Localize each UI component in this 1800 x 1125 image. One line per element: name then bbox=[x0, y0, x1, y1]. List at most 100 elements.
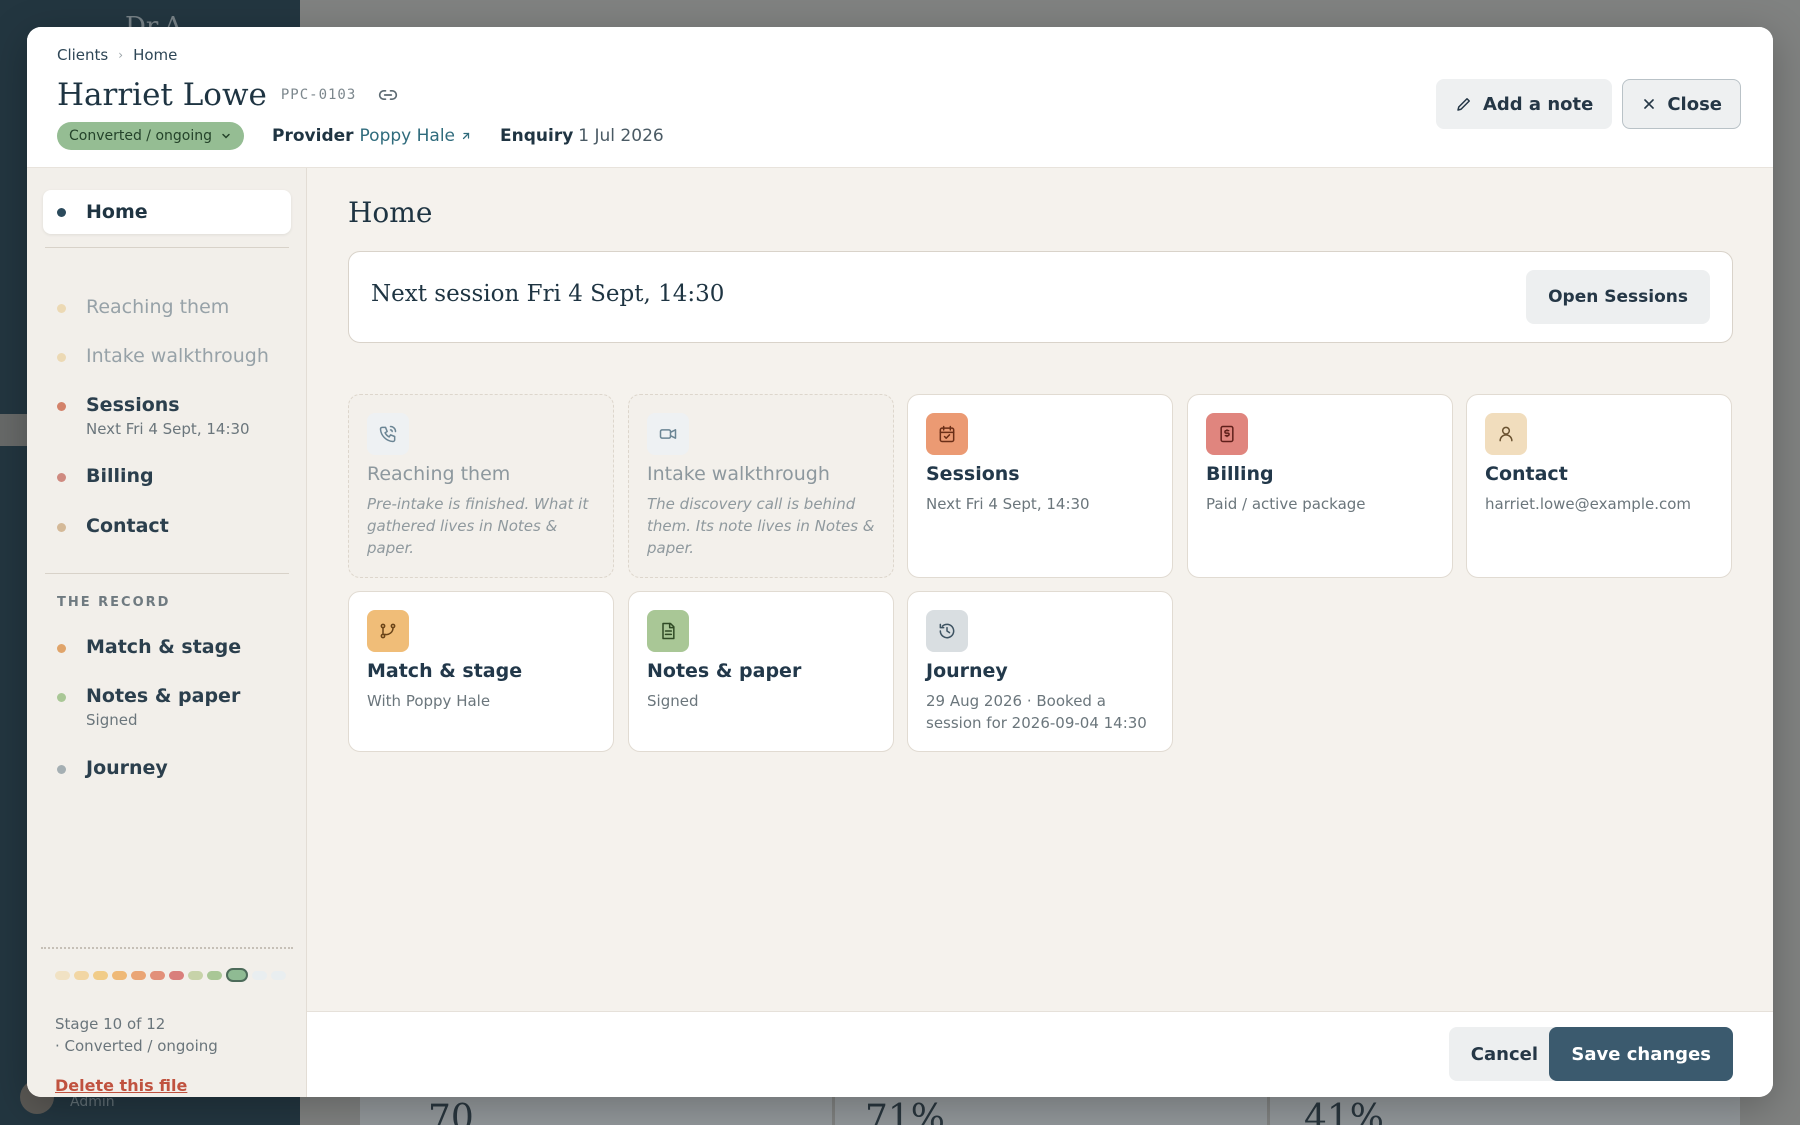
tile-reaching-them[interactable]: Reaching them Pre-intake is finished. Wh… bbox=[348, 394, 614, 578]
nav-item-label: Intake walkthrough bbox=[86, 345, 269, 367]
nav-item-sub: Next Fri 4 Sept, 14:30 bbox=[86, 420, 250, 438]
nav-item-label: Billing bbox=[86, 465, 154, 487]
tile-subtitle: Signed bbox=[647, 692, 699, 710]
stage-dot bbox=[226, 968, 248, 982]
nav-item-sessions[interactable]: Sessions Next Fri 4 Sept, 14:30 bbox=[57, 394, 297, 438]
pencil-icon bbox=[1457, 98, 1470, 111]
nav-item-label: Notes & paper bbox=[86, 685, 241, 707]
stage-dot bbox=[252, 970, 267, 980]
tile-title: Reaching them bbox=[367, 463, 511, 485]
meta-row: Converted / ongoing Provider Poppy Hale … bbox=[57, 122, 664, 150]
tile-notes-paper[interactable]: Notes & paper Signed bbox=[628, 591, 894, 752]
stage-name: · Converted / ongoing bbox=[55, 1037, 218, 1055]
tile-journey[interactable]: Journey 29 Aug 2026 · Booked a session f… bbox=[907, 591, 1173, 752]
stage-dot bbox=[131, 970, 146, 980]
stage-dot bbox=[112, 970, 127, 980]
breadcrumb: Clients › Home bbox=[57, 46, 177, 64]
nav-item-contact[interactable]: Contact bbox=[57, 515, 297, 537]
nav-item-notes-paper[interactable]: Notes & paper Signed bbox=[57, 685, 297, 729]
tile-title: Match & stage bbox=[367, 660, 523, 682]
receipt-icon bbox=[1206, 413, 1248, 455]
close-label: Close bbox=[1667, 93, 1722, 115]
close-icon bbox=[1644, 99, 1655, 109]
tile-title: Notes & paper bbox=[647, 660, 802, 682]
tile-intake-walkthrough[interactable]: Intake walkthrough The discovery call is… bbox=[628, 394, 894, 578]
nav-dot bbox=[57, 693, 66, 702]
nav-item-intake-walkthrough[interactable]: Intake walkthrough bbox=[57, 345, 297, 367]
nav-dot bbox=[57, 402, 66, 411]
stage-dot bbox=[93, 970, 108, 980]
git-branch-icon bbox=[367, 610, 409, 652]
tile-subtitle: 29 Aug 2026 · Booked a session for 2026-… bbox=[926, 692, 1147, 732]
breadcrumb-clients-link[interactable]: Clients bbox=[57, 46, 108, 64]
tile-title: Intake walkthrough bbox=[647, 463, 830, 485]
add-note-label: Add a note bbox=[1482, 93, 1594, 115]
nav-item-label: Reaching them bbox=[86, 296, 230, 318]
tile-billing[interactable]: Billing Paid / active package bbox=[1187, 394, 1453, 578]
nav-footer-divider bbox=[41, 947, 293, 949]
nav-item-match-stage[interactable]: Match & stage bbox=[57, 636, 297, 658]
stage-dot bbox=[55, 970, 70, 980]
open-sessions-button[interactable]: Open Sessions bbox=[1526, 270, 1710, 324]
tile-title: Journey bbox=[926, 660, 1008, 682]
status-dropdown[interactable]: Converted / ongoing bbox=[57, 122, 245, 150]
nav-item-label: Match & stage bbox=[86, 636, 242, 658]
chevron-right-icon: › bbox=[118, 48, 124, 62]
tile-sessions[interactable]: Sessions Next Fri 4 Sept, 14:30 bbox=[907, 394, 1173, 578]
nav-item-billing[interactable]: Billing bbox=[57, 465, 297, 487]
video-icon bbox=[647, 413, 689, 455]
enquiry-date: 1 Jul 2026 bbox=[578, 126, 664, 146]
tile-subtitle: harriet.lowe@example.com bbox=[1485, 495, 1692, 513]
document-icon bbox=[647, 610, 689, 652]
stage-dot bbox=[207, 970, 222, 980]
tile-subtitle: Pre-intake is finished. What it gathered… bbox=[367, 495, 589, 557]
enquiry-label: Enquiry bbox=[500, 126, 574, 146]
nav-item-journey[interactable]: Journey bbox=[57, 757, 297, 779]
close-button[interactable]: Close bbox=[1622, 79, 1741, 129]
nav-dot bbox=[57, 765, 66, 774]
tile-subtitle: Paid / active package bbox=[1206, 495, 1366, 513]
main-content: Home Next session Fri 4 Sept, 14:30 Open… bbox=[307, 168, 1773, 1011]
delete-file-link[interactable]: Delete this file bbox=[55, 1076, 187, 1095]
nav-item-sub: Signed bbox=[86, 711, 138, 729]
tile-title: Sessions bbox=[926, 463, 1020, 485]
client-file-modal: Clients › Home Harriet Lowe PPC-0103 Con… bbox=[27, 27, 1773, 1097]
nav-item-reaching-them[interactable]: Reaching them bbox=[57, 296, 297, 318]
user-icon bbox=[1485, 413, 1527, 455]
nav-dot bbox=[57, 304, 66, 313]
nav-item-label: Contact bbox=[86, 515, 169, 537]
stage-count: Stage 10 of 12 bbox=[55, 1015, 166, 1033]
save-changes-button[interactable]: Save changes bbox=[1549, 1027, 1733, 1081]
copy-link-icon[interactable] bbox=[376, 83, 400, 107]
header-actions: Add a note Close bbox=[1435, 79, 1741, 129]
add-note-button[interactable]: Add a note bbox=[1435, 79, 1613, 129]
tile-title: Contact bbox=[1485, 463, 1568, 485]
external-link-icon[interactable] bbox=[460, 130, 472, 142]
stage-progress bbox=[55, 968, 286, 982]
nav-item-home[interactable]: Home bbox=[43, 190, 291, 234]
provider-link[interactable]: Poppy Hale bbox=[360, 126, 455, 146]
nav-divider bbox=[45, 247, 289, 248]
modal-header: Clients › Home Harriet Lowe PPC-0103 Con… bbox=[27, 27, 1773, 168]
nav-item-label: Sessions bbox=[86, 394, 180, 416]
nav-item-label: Home bbox=[86, 201, 148, 223]
client-name: Harriet Lowe bbox=[57, 77, 267, 113]
cancel-button[interactable]: Cancel bbox=[1448, 1027, 1560, 1081]
page-title: Home bbox=[348, 196, 433, 229]
breadcrumb-current: Home bbox=[133, 46, 178, 64]
history-icon bbox=[926, 610, 968, 652]
tile-subtitle: The discovery call is behind them. Its n… bbox=[647, 495, 875, 557]
nav-dot bbox=[57, 523, 66, 532]
nav-dot bbox=[57, 644, 66, 653]
tile-contact[interactable]: Contact harriet.lowe@example.com bbox=[1466, 394, 1732, 578]
nav-dot bbox=[57, 473, 66, 482]
chevron-down-icon bbox=[222, 133, 230, 139]
provider-label: Provider bbox=[272, 126, 354, 146]
status-label: Converted / ongoing bbox=[69, 128, 213, 144]
tile-match-stage[interactable]: Match & stage With Poppy Hale bbox=[348, 591, 614, 752]
nav-item-label: Journey bbox=[86, 757, 168, 779]
stage-status: Stage 10 of 12 · Converted / ongoing bbox=[55, 1013, 218, 1057]
modal-footer: Cancel Save changes bbox=[307, 1011, 1773, 1097]
tile-subtitle: Next Fri 4 Sept, 14:30 bbox=[926, 495, 1090, 513]
file-navigation: Home Reaching them Intake walkthrough Se… bbox=[27, 168, 307, 1097]
